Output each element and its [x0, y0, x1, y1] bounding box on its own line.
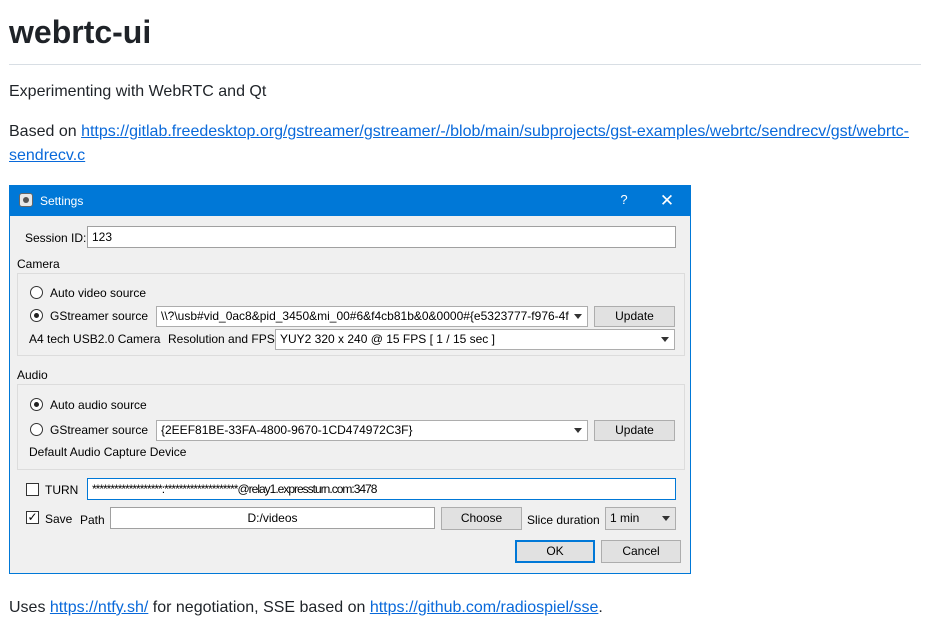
help-button[interactable]: ? [614, 192, 634, 210]
audio-group: Auto audio source GStreamer source {2EEF… [17, 384, 685, 470]
chevron-down-icon [574, 428, 582, 433]
audio-source-combo[interactable]: {2EEF81BE-33FA-4800-9670-1CD474972C3F} [156, 420, 588, 441]
intro-text: Experimenting with WebRTC and Qt [9, 83, 267, 100]
save-label[interactable]: Save [45, 512, 72, 526]
app-icon [19, 193, 33, 207]
gstreamer-video-radio[interactable] [30, 309, 43, 322]
gstreamer-audio-label[interactable]: GStreamer source [50, 423, 148, 437]
chevron-down-icon [661, 337, 669, 342]
chevron-down-icon [662, 516, 670, 521]
camera-section-label: Camera [17, 257, 60, 271]
auto-audio-radio[interactable] [30, 398, 43, 411]
audio-device-name: Default Audio Capture Device [29, 445, 187, 459]
sse-link[interactable]: https://github.com/radiospiel/sse [370, 599, 599, 616]
footer-suffix: . [598, 599, 603, 616]
turn-label[interactable]: TURN [45, 483, 78, 497]
slice-duration-combo[interactable]: 1 min [605, 507, 676, 530]
audio-update-button[interactable]: Update [594, 420, 675, 441]
chevron-down-icon [574, 314, 582, 319]
video-source-combo[interactable]: \\?\usb#vid_0ac8&pid_3450&mi_00#6&f4cb81… [156, 306, 588, 327]
turn-input[interactable]: *******************:********************… [87, 478, 676, 500]
based-on-prefix: Based on [9, 123, 82, 140]
auto-audio-label[interactable]: Auto audio source [50, 398, 147, 412]
turn-checkbox[interactable] [26, 483, 39, 496]
resolution-label: Resolution and FPS [168, 332, 275, 346]
ntfy-link[interactable]: https://ntfy.sh/ [50, 599, 148, 616]
resolution-combo[interactable]: YUY2 320 x 240 @ 15 FPS [ 1 / 15 sec ] [275, 329, 675, 350]
dialog-title: Settings [40, 194, 84, 208]
close-icon[interactable]: ✕ [656, 190, 678, 212]
path-input[interactable]: D:/videos [110, 507, 435, 529]
ok-button[interactable]: OK [515, 540, 595, 563]
session-id-label: Session ID: [25, 231, 87, 245]
slice-duration-label: Slice duration [527, 513, 600, 527]
gstreamer-audio-radio[interactable] [30, 423, 43, 436]
video-update-button[interactable]: Update [594, 306, 675, 327]
audio-section-label: Audio [17, 368, 48, 382]
footer-middle: for negotiation, SSE based on [148, 599, 370, 616]
camera-device-name: A4 tech USB2.0 Camera [29, 332, 161, 346]
based-on-paragraph: Based on https://gitlab.freedesktop.org/… [9, 120, 921, 168]
path-label: Path [80, 513, 105, 527]
camera-group: Auto video source GStreamer source \\?\u… [17, 273, 685, 356]
gst-examples-link[interactable]: https://gitlab.freedesktop.org/gstreamer… [9, 123, 909, 164]
footer-paragraph: Uses https://ntfy.sh/ for negotiation, S… [9, 596, 603, 620]
cancel-button[interactable]: Cancel [601, 540, 681, 563]
dialog-titlebar: Settings ? ✕ [10, 186, 690, 216]
title-divider [9, 64, 921, 65]
save-checkbox[interactable]: ✓ [26, 511, 39, 524]
settings-dialog: Settings ? ✕ Session ID: 123 Camera Auto… [9, 185, 691, 574]
auto-video-radio[interactable] [30, 286, 43, 299]
gstreamer-video-label[interactable]: GStreamer source [50, 309, 148, 323]
auto-video-label[interactable]: Auto video source [50, 286, 146, 300]
footer-prefix: Uses [9, 599, 50, 616]
choose-button[interactable]: Choose [441, 507, 522, 530]
session-id-input[interactable]: 123 [87, 226, 676, 248]
page-title: webrtc-ui [9, 14, 152, 50]
